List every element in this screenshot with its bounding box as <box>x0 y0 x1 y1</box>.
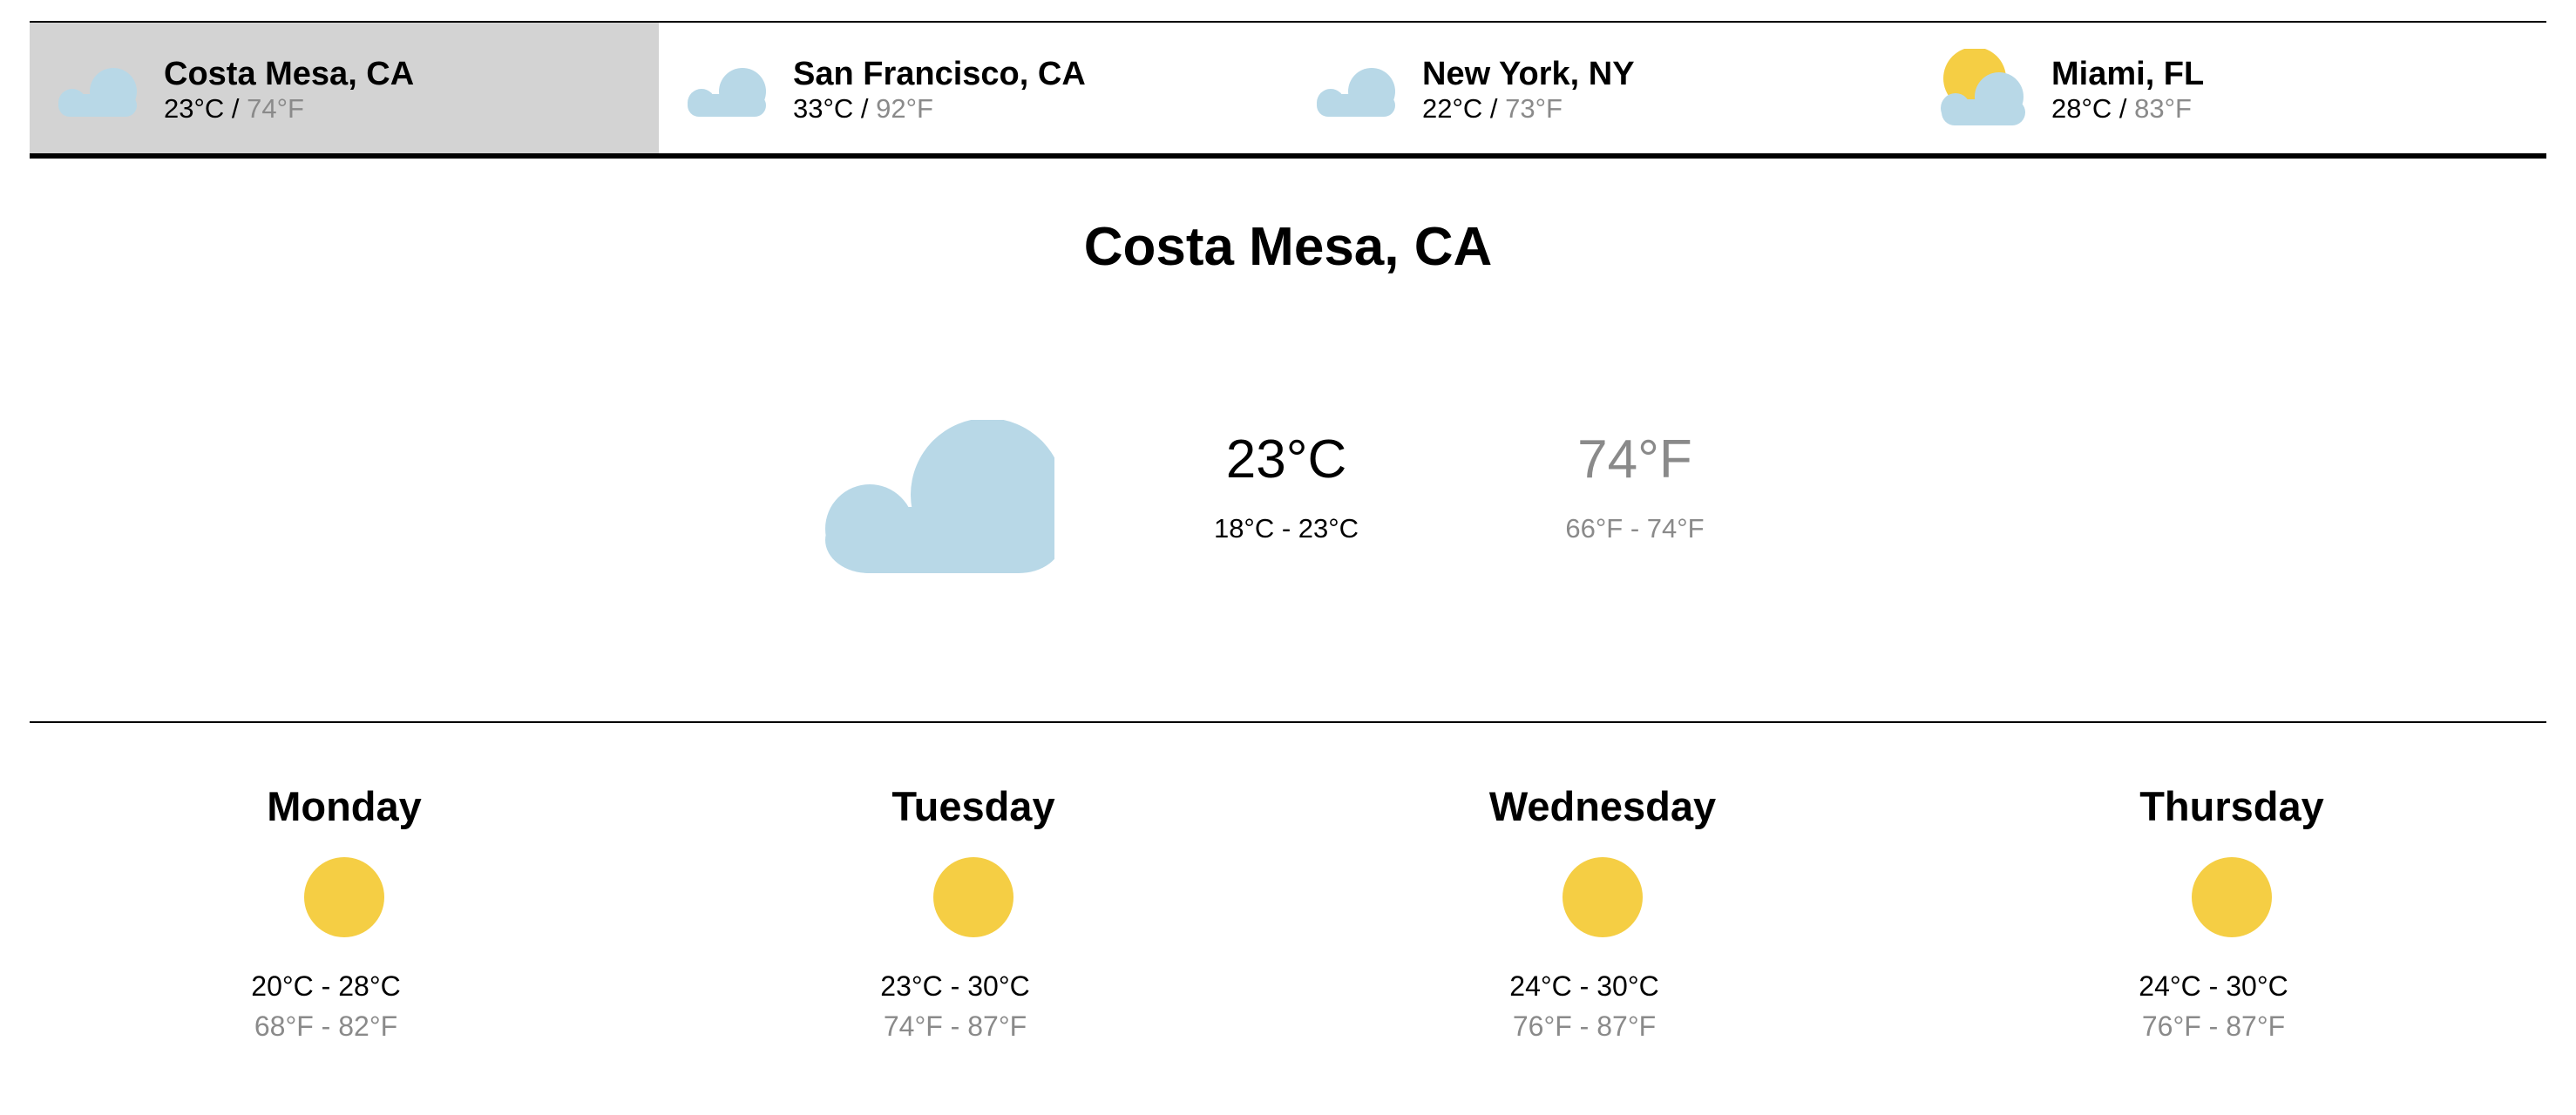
day-range-celsius: 23°C - 30°C <box>880 970 1030 1002</box>
city-tab-miami[interactable]: Miami, FL 28°C / 83°F <box>1917 23 2546 153</box>
city-temps: 23°C / 74°F <box>164 93 304 124</box>
day-range-fahrenheit: 76°F - 87°F <box>2141 1010 2286 1042</box>
current-city-title: Costa Mesa, CA <box>1083 217 1493 277</box>
cloud-icon <box>1317 68 1395 117</box>
city-tab-costa-mesa[interactable]: Costa Mesa, CA 23°C / 74°F <box>30 23 659 153</box>
cloud-icon <box>825 420 1054 573</box>
day-range-celsius: 24°C - 30°C <box>1509 970 1659 1002</box>
day-name: Monday <box>267 783 422 829</box>
cloud-icon <box>688 68 766 117</box>
current-temp-celsius: 23°C <box>1225 429 1347 490</box>
current-temp-fahrenheit: 74°F <box>1577 429 1692 490</box>
forecast-row: Monday 20°C - 28°C 68°F - 82°F Tuesday 2… <box>30 770 2546 1066</box>
day-name: Tuesday <box>891 783 1055 829</box>
sun-icon <box>2192 857 2272 937</box>
city-temps: 33°C / 92°F <box>793 93 933 124</box>
forecast-day-thursday: Thursday 24°C - 30°C 76°F - 87°F <box>1917 770 2546 1066</box>
cloud-icon <box>58 68 137 117</box>
city-tab-bar: Costa Mesa, CA 23°C / 74°F San Francisco… <box>30 21 2546 159</box>
sun-icon <box>304 857 384 937</box>
city-name: New York, NY <box>1422 56 1635 92</box>
city-tab-san-francisco[interactable]: San Francisco, CA 33°C / 92°F <box>659 23 1288 153</box>
day-range-fahrenheit: 68°F - 82°F <box>254 1010 398 1042</box>
city-tab-new-york[interactable]: New York, NY 22°C / 73°F <box>1288 23 1917 153</box>
forecast-day-tuesday: Tuesday 23°C - 30°C 74°F - 87°F <box>659 770 1288 1066</box>
forecast-day-wednesday: Wednesday 24°C - 30°C 76°F - 87°F <box>1288 770 1917 1066</box>
current-range-celsius: 18°C - 23°C <box>1213 513 1359 544</box>
forecast-day-monday: Monday 20°C - 28°C 68°F - 82°F <box>30 770 659 1066</box>
day-name: Thursday <box>2139 783 2324 829</box>
day-name: Wednesday <box>1488 783 1717 829</box>
sun-icon <box>1563 857 1643 937</box>
day-range-fahrenheit: 76°F - 87°F <box>1512 1010 1657 1042</box>
day-range-celsius: 20°C - 28°C <box>251 970 401 1002</box>
current-range-fahrenheit: 66°F - 74°F <box>1565 513 1705 544</box>
city-name: Miami, FL <box>2051 56 2205 92</box>
city-name: Costa Mesa, CA <box>164 56 415 92</box>
city-temps: 22°C / 73°F <box>1422 93 1563 124</box>
day-range-fahrenheit: 74°F - 87°F <box>883 1010 1027 1042</box>
city-temps: 28°C / 83°F <box>2051 93 2192 124</box>
sun-icon <box>933 857 1013 937</box>
city-name: San Francisco, CA <box>793 56 1086 92</box>
day-range-celsius: 24°C - 30°C <box>2139 970 2288 1002</box>
partly-cloudy-icon <box>1941 49 2025 125</box>
section-divider <box>30 721 2546 723</box>
